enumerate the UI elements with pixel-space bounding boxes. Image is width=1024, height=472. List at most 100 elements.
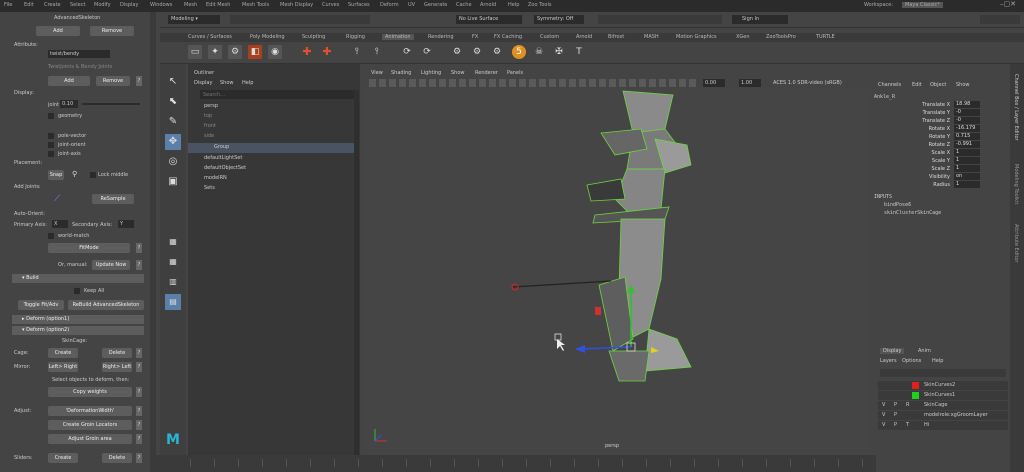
shelf-joint-tool-icon[interactable]: ⫯ [350, 45, 364, 59]
cb-attr-rz-value[interactable]: -0.991 [954, 141, 980, 148]
shelf-five-icon[interactable]: 5 [512, 45, 526, 59]
deform1-section[interactable]: ▸ Deform (option1) [12, 315, 144, 324]
shelf-ik-handle-icon[interactable]: ⫯ [370, 45, 384, 59]
outliner-item-side[interactable]: side [204, 133, 214, 139]
adjust-help-button[interactable]: ? [136, 434, 142, 444]
outliner-item-modelrn[interactable]: modelRN [204, 175, 227, 181]
shelf-tab-rendering[interactable]: Rendering [428, 34, 454, 40]
outliner-item-defaultobjectset[interactable]: defaultObjectSet [204, 165, 246, 171]
toggle-fit-button[interactable]: Toggle Fit/Adv [18, 300, 64, 310]
layer-playback-toggle[interactable]: P [894, 411, 897, 420]
shelf-tab-poly[interactable]: Poly Modeling [250, 34, 285, 40]
cb-attr-sx-value[interactable]: 1 [954, 149, 980, 156]
shelf-wire-icon[interactable]: ⚙ [470, 45, 484, 59]
help-button[interactable]: ? [136, 76, 142, 86]
cage-delete-button[interactable]: Delete [102, 348, 132, 358]
vp-menu-renderer[interactable]: Renderer [475, 70, 498, 76]
paint-select-icon[interactable]: ✎ [165, 114, 181, 130]
vp-menu-lighting[interactable]: Lighting [421, 70, 441, 76]
secondary-axis-select[interactable]: Y [118, 220, 134, 228]
menu-cache[interactable]: Cache [456, 2, 472, 8]
cb-attr-rx-value[interactable]: -16.179 [954, 125, 980, 132]
outliner-scrollbar[interactable] [354, 90, 359, 470]
menu-modify[interactable]: Modify [94, 2, 111, 8]
menu-select[interactable]: Select [70, 2, 85, 8]
shelf-tab-fx-caching[interactable]: FX Caching [494, 34, 522, 40]
cb-menu-object[interactable]: Object [930, 82, 946, 88]
cb-attr-ty-value[interactable]: -0 [954, 109, 980, 116]
layer-playback-toggle[interactable]: P [894, 401, 897, 410]
layer-toolbar[interactable] [880, 369, 1006, 377]
layer-color-red[interactable] [912, 382, 919, 389]
panel-scrollbar[interactable] [150, 12, 156, 472]
shelf-tab-curves[interactable]: Curves / Surfaces [188, 34, 232, 40]
menu-surfaces[interactable]: Surfaces [348, 2, 370, 8]
side-tab-attribute-editor[interactable]: Attribute Editor [1013, 224, 1019, 262]
outliner-search-input[interactable] [200, 90, 354, 99]
cb-input-skincluster[interactable]: skinClusterSkinCage [884, 210, 941, 216]
layer-playback-toggle[interactable]: P [894, 421, 897, 430]
add-button[interactable]: Add [36, 26, 80, 36]
shelf-ik-icon[interactable]: ⚙ [228, 45, 242, 59]
exposure-field[interactable]: 1.00 [739, 79, 761, 87]
four-view-icon[interactable]: ▦ [165, 254, 181, 270]
shelf-figure-icon[interactable]: ✠ [552, 45, 566, 59]
layer-row-xggroom[interactable]: V P modelrole:xgGroomLayer [878, 411, 1008, 420]
outliner-menu-show[interactable]: Show [220, 80, 234, 86]
groin-locators-button[interactable]: Create Groin Locators [48, 420, 132, 430]
gamma-field[interactable]: 0.00 [703, 79, 725, 87]
cb-object-name[interactable]: Ankle_R [874, 94, 895, 100]
viewport-3d[interactable]: persp [365, 89, 870, 454]
pole-vector-checkbox[interactable] [48, 133, 54, 139]
menu-edit[interactable]: Edit [24, 2, 34, 8]
viewport-tool-icons[interactable] [369, 79, 699, 87]
groin-help-button[interactable]: ? [136, 420, 142, 430]
deform-width-button[interactable]: 'DeformationWidth' [48, 406, 132, 416]
symmetry-select[interactable]: Symmetry: Off [534, 15, 584, 24]
attr-remove-button[interactable]: Remove [96, 76, 130, 86]
menu-mesh-display[interactable]: Mesh Display [280, 2, 313, 8]
shelf-lattice-icon[interactable]: ⚙ [450, 45, 464, 59]
sliders-help-button[interactable]: ? [136, 453, 142, 463]
vp-menu-show[interactable]: Show [451, 70, 465, 76]
shelf-tab-zootools[interactable]: ZooToolsPro [766, 34, 796, 40]
panel-toggle-icons[interactable] [980, 15, 1020, 24]
menu-create[interactable]: Create [44, 2, 61, 8]
layer-color-green[interactable] [912, 392, 919, 399]
menu-help[interactable]: Help [508, 2, 519, 8]
menu-uv[interactable]: UV [408, 2, 415, 8]
shelf-tab-turtle[interactable]: TURTLE [816, 34, 835, 40]
cb-attr-sz-value[interactable]: 1 [954, 165, 980, 172]
layer-tab-display[interactable]: Display [880, 348, 905, 354]
shelf-bind-icon[interactable]: ⟳ [400, 45, 414, 59]
fitmode-button[interactable]: FitMode [48, 243, 130, 253]
fitmode-help-button[interactable]: ? [136, 243, 142, 253]
shelf-blend-icon[interactable]: ⚙ [490, 45, 504, 59]
side-tab-channel-box[interactable]: Channel Box / Layer Editor [1013, 74, 1019, 141]
menu-file[interactable]: File [4, 2, 12, 8]
menu-arnold[interactable]: Arnold [480, 2, 496, 8]
layer-menu-layers[interactable]: Layers [880, 358, 897, 364]
resample-button[interactable]: ReSample [92, 194, 134, 204]
layer-visibility-toggle[interactable]: V [882, 411, 885, 420]
layer-menu-options[interactable]: Options [902, 358, 921, 364]
scale-tool-icon[interactable]: ▣ [165, 174, 181, 190]
window-controls-icon[interactable]: –▢✕ [1000, 0, 1016, 8]
update-help-button[interactable]: ? [136, 260, 142, 270]
layer-visibility-toggle[interactable]: V [882, 421, 885, 430]
layer-reference-toggle[interactable]: R [906, 401, 909, 410]
render-icons[interactable] [598, 15, 722, 24]
outliner-item-top[interactable]: top [204, 113, 212, 119]
outliner-menu-display[interactable]: Display [194, 80, 212, 86]
timeline-ticks[interactable] [190, 459, 910, 467]
move-tool-icon[interactable]: ✥ [165, 134, 181, 150]
cage-create-button[interactable]: Create [48, 348, 78, 358]
primary-axis-select[interactable]: X [52, 220, 68, 228]
shelf-paint-icon[interactable]: ⟳ [420, 45, 434, 59]
shelf-select-icon[interactable]: ▭ [188, 45, 202, 59]
layer-row-skincurves1[interactable]: SkinCurves1 [878, 391, 1008, 400]
joint-size-field[interactable]: 0.10 [60, 100, 78, 108]
attribute-select[interactable]: twist/bendy [48, 50, 110, 58]
shelf-tab-rigging[interactable]: Rigging [346, 34, 365, 40]
menu-generate[interactable]: Generate [424, 2, 447, 8]
